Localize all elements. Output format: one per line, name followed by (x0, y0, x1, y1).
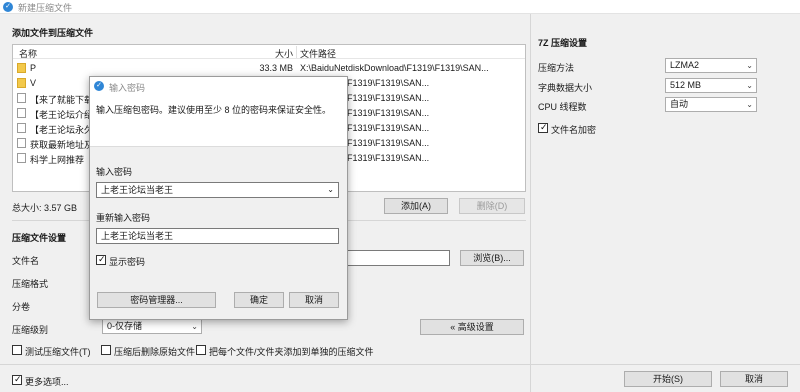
dialog-description-area: 输入压缩包密码。建议使用至少 8 位的密码来保证安全性。 (90, 95, 347, 147)
file-size: 33.3 MB (259, 63, 293, 73)
file-path: X:\BaiduNetdiskDownload\F1319\F1319\SAN.… (300, 63, 489, 73)
file-icon (17, 93, 26, 103)
password-input[interactable]: 上老王论坛当老王 ⌄ (96, 182, 339, 198)
delete-button[interactable]: 删除(D) (459, 198, 525, 214)
column-path[interactable]: 文件路径 (300, 47, 336, 60)
method-select[interactable]: LZMA2 ⌄ (665, 58, 757, 73)
encrypt-filenames-checkbox[interactable] (538, 122, 548, 133)
dict-select[interactable]: 512 MB ⌄ (665, 78, 757, 93)
repeat-password-label: 重新输入密码 (96, 213, 151, 223)
window-titlebar: ✓ 新建压缩文件 (0, 0, 800, 14)
show-password-checkbox[interactable] (96, 254, 106, 265)
footer-divider (0, 364, 800, 365)
file-name: P (30, 63, 37, 73)
file-icon (17, 138, 26, 148)
file-icon (17, 123, 26, 133)
chevron-down-icon: ⌄ (746, 100, 753, 109)
file-row[interactable]: P 33.3 MB X:\BaiduNetdiskDownload\F1319\F1… (13, 61, 525, 76)
show-password-label: 显示密码 (109, 257, 146, 267)
chevron-down-icon: ⌄ (191, 322, 198, 331)
password-value: 上老王论坛当老王 (101, 185, 174, 195)
column-name[interactable]: 名称 (19, 47, 37, 60)
separate-archives-checkbox[interactable] (196, 345, 206, 355)
file-list-header: 名称 大小 文件路径 (13, 45, 525, 59)
repeat-password-input[interactable]: 上老王论坛当老王 (96, 228, 339, 244)
total-size: 总大小: 3.57 GB (12, 203, 78, 213)
method-label: 压缩方法 (538, 63, 575, 73)
cpu-value: 自动 (670, 99, 689, 109)
repeat-password-value: 上老王论坛当老王 (101, 231, 174, 241)
dialog-description: 输入压缩包密码。建议使用至少 8 位的密码来保证安全性。 (96, 105, 332, 115)
volume-label: 分卷 (12, 302, 31, 312)
method-value: LZMA2 (670, 60, 700, 70)
level-select[interactable]: 0-仅存储 ⌄ (102, 319, 202, 334)
folder-icon (17, 78, 26, 88)
app-logo-icon: ✓ (94, 81, 104, 91)
panel-divider (530, 14, 531, 392)
cancel-button[interactable]: 取消 (720, 371, 788, 387)
start-button[interactable]: 开始(S) (624, 371, 712, 387)
file-icon (17, 153, 26, 163)
dict-label: 字典数据大小 (538, 83, 593, 93)
separate-archives-label: 把每个文件/文件夹添加到单独的压缩文件 (209, 347, 374, 357)
filename-label: 文件名 (12, 256, 40, 266)
column-size[interactable]: 大小 (275, 47, 293, 60)
column-divider (296, 46, 297, 58)
file-name: V (30, 78, 37, 88)
test-archive-checkbox[interactable] (12, 345, 22, 355)
compress-settings-title: 压缩文件设置 (12, 233, 67, 243)
dialog-cancel-button[interactable]: 取消 (289, 292, 339, 308)
chevron-down-icon: ⌄ (746, 61, 753, 70)
add-button[interactable]: 添加(A) (384, 198, 448, 214)
encrypt-filenames-label: 文件名加密 (551, 125, 597, 135)
chevron-down-icon: ⌄ (746, 81, 753, 90)
password-dialog: ✓ 输入密码 输入压缩包密码。建议使用至少 8 位的密码来保证安全性。 输入密码… (89, 76, 348, 320)
folder-icon (17, 63, 26, 73)
sevenzip-settings-title: 7Z 压缩设置 (538, 38, 588, 48)
more-options-checkbox[interactable] (12, 374, 22, 385)
format-label: 压缩格式 (12, 279, 49, 289)
browse-button[interactable]: 浏览(B)... (460, 250, 524, 266)
delete-after-label: 压缩后删除原始文件 (114, 347, 196, 357)
more-options-label[interactable]: 更多选项... (25, 375, 69, 388)
level-label: 压缩级别 (12, 325, 49, 335)
filename-input[interactable] (340, 250, 450, 266)
password-label: 输入密码 (96, 167, 133, 177)
delete-after-checkbox[interactable] (101, 345, 111, 355)
password-manager-button[interactable]: 密码管理器... (97, 292, 216, 308)
ok-button[interactable]: 确定 (234, 292, 284, 308)
window-title: 新建压缩文件 (18, 3, 73, 13)
cpu-label: CPU 线程数 (538, 102, 587, 112)
dialog-title: 输入密码 (109, 83, 146, 93)
dialog-titlebar: ✓ 输入密码 (90, 77, 347, 95)
file-icon (17, 108, 26, 118)
test-archive-label: 测试压缩文件(T) (25, 347, 91, 357)
chevron-down-icon[interactable]: ⌄ (327, 183, 334, 197)
cpu-select[interactable]: 自动 ⌄ (665, 97, 757, 112)
advanced-settings-button[interactable]: « 高级设置 (420, 319, 524, 335)
app-logo-icon: ✓ (3, 2, 13, 12)
dict-value: 512 MB (670, 80, 702, 90)
files-section-title: 添加文件到压缩文件 (12, 28, 94, 38)
level-value: 0-仅存储 (107, 321, 143, 331)
